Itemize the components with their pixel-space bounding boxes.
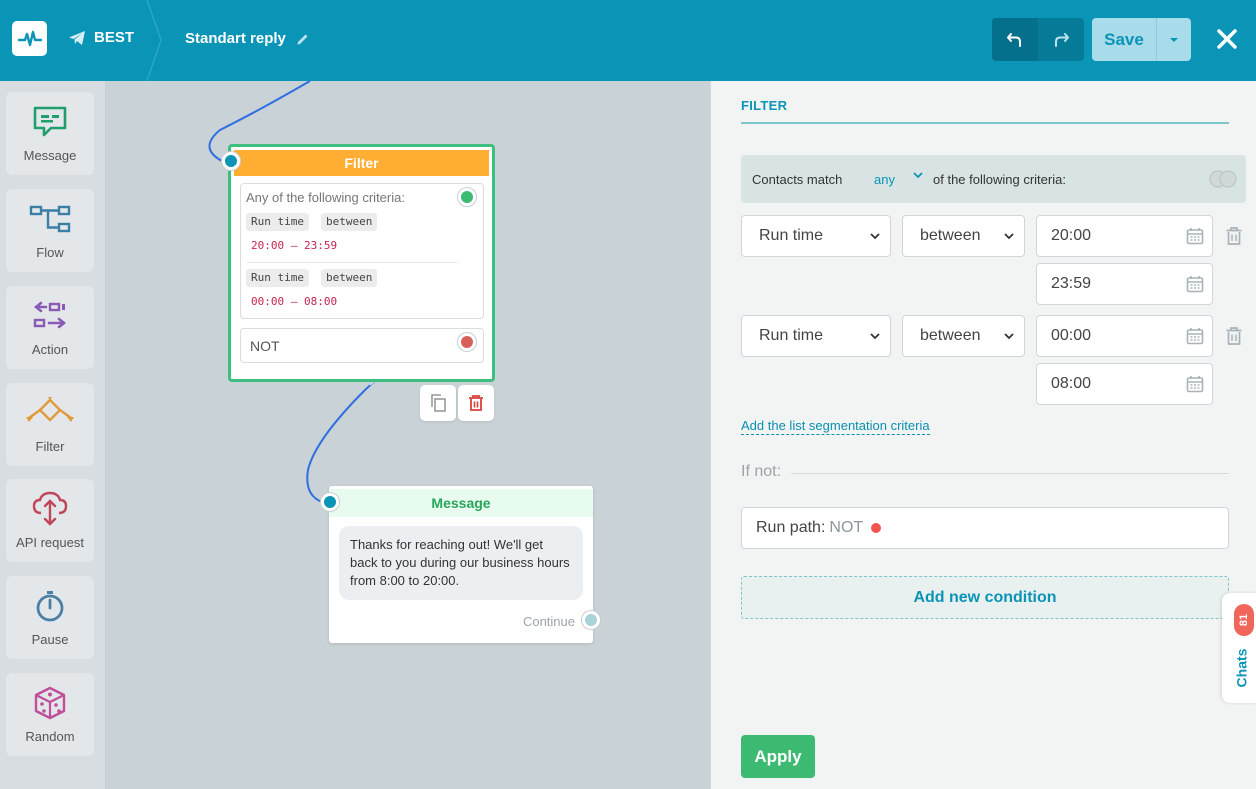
add-segmentation-link[interactable]: Add the list segmentation criteria — [741, 418, 930, 435]
time-to-input[interactable]: 23:59 — [1036, 263, 1213, 305]
criteria-title: Any of the following criteria: — [246, 190, 405, 205]
match-prefix: Contacts match — [752, 172, 843, 187]
run-path-field[interactable]: Run path: NOT — [741, 507, 1229, 549]
save-group: Save — [1092, 18, 1191, 61]
criteria-group[interactable]: Any of the following criteria: Run time … — [240, 183, 484, 319]
criteria-value: 00:00 — 08:00 — [251, 295, 338, 308]
calendar-icon[interactable] — [1186, 375, 1204, 393]
delete-condition-icon[interactable] — [1225, 226, 1243, 246]
message-bubble: Thanks for reaching out! We'll get back … — [339, 526, 583, 600]
time-to-value: 23:59 — [1051, 275, 1092, 292]
close-button[interactable] — [1212, 24, 1242, 54]
condition-field-select[interactable]: Run time — [741, 215, 891, 257]
chats-tab[interactable]: 81 Chats — [1222, 593, 1256, 703]
save-button[interactable]: Save — [1092, 18, 1156, 61]
redo-button[interactable] — [1038, 18, 1084, 61]
time-from-input[interactable]: 00:00 — [1036, 315, 1213, 357]
message-input-port[interactable] — [321, 493, 339, 511]
chevron-down-icon — [1004, 233, 1014, 240]
chevron-down-icon — [870, 233, 880, 240]
run-path-value: NOT — [829, 519, 864, 536]
time-to-input[interactable]: 08:00 — [1036, 363, 1213, 405]
filter-input-port[interactable] — [222, 152, 240, 170]
match-suffix: of the following criteria: — [933, 172, 1066, 187]
criteria-divider — [247, 262, 457, 263]
chats-tab-label: Chats — [1233, 648, 1249, 688]
criteria-value: 20:00 — 23:59 — [251, 239, 338, 252]
chevron-down-icon[interactable] — [913, 170, 923, 180]
filter-node[interactable]: Filter Any of the following criteria: Ru… — [228, 144, 495, 382]
time-from-value: 20:00 — [1051, 227, 1092, 244]
apply-button[interactable]: Apply — [741, 735, 815, 778]
condition-field-value: Run time — [759, 327, 824, 344]
condition-operator-select[interactable]: between — [902, 215, 1025, 257]
not-branch-label: NOT — [250, 338, 280, 354]
continue-output-port[interactable] — [582, 611, 600, 629]
undo-button[interactable] — [992, 18, 1038, 61]
duplicate-node-button[interactable] — [420, 385, 456, 421]
criteria-field-chip: Run time — [246, 269, 309, 287]
if-not-label: If not: — [741, 463, 782, 480]
delete-condition-icon[interactable] — [1225, 326, 1243, 346]
message-node-title: Message — [329, 489, 593, 517]
trash-icon — [469, 395, 483, 411]
if-not-divider — [791, 473, 1229, 474]
calendar-icon[interactable] — [1186, 327, 1204, 345]
condition-operator-select[interactable]: between — [902, 315, 1025, 357]
condition-field-select[interactable]: Run time — [741, 315, 891, 357]
not-status-dot — [871, 523, 882, 533]
time-to-value: 08:00 — [1051, 375, 1092, 392]
save-options-button[interactable] — [1156, 18, 1191, 61]
chevron-down-icon — [1170, 37, 1178, 42]
time-from-value: 00:00 — [1051, 327, 1092, 344]
connection-lines — [208, 80, 488, 503]
match-mode-select[interactable]: any — [874, 172, 895, 187]
match-mode-bar: Contacts match any of the following crit… — [741, 155, 1246, 203]
close-icon — [1217, 29, 1237, 49]
panel-title: FILTER — [741, 98, 788, 113]
add-condition-button[interactable]: Add new condition — [741, 576, 1229, 619]
panel-title-underline — [741, 122, 1229, 124]
condition-operator-value: between — [920, 327, 981, 344]
not-output-port[interactable] — [458, 333, 476, 351]
undo-icon — [1007, 32, 1021, 47]
delete-node-button[interactable] — [458, 385, 494, 421]
venn-toggle-icon[interactable] — [1208, 170, 1238, 188]
filter-node-title: Filter — [234, 150, 489, 176]
redo-icon — [1055, 32, 1069, 47]
chevron-down-icon — [1004, 333, 1014, 340]
criteria-operator-chip: between — [321, 213, 378, 231]
chevron-down-icon — [870, 333, 880, 340]
time-from-input[interactable]: 20:00 — [1036, 215, 1213, 257]
copy-icon — [431, 394, 446, 412]
criteria-operator-chip: between — [321, 269, 378, 287]
criteria-field-chip: Run time — [246, 213, 309, 231]
filter-settings-panel: FILTER Contacts match any of the followi… — [710, 81, 1256, 789]
criteria-output-port[interactable] — [458, 188, 476, 206]
condition-field-value: Run time — [759, 227, 824, 244]
continue-label: Continue — [522, 614, 575, 629]
history-controls — [992, 18, 1084, 61]
unread-chats-count: 81 — [1238, 613, 1250, 627]
unread-chats-badge: 81 — [1234, 604, 1254, 636]
not-branch[interactable]: NOT — [240, 328, 484, 363]
calendar-icon[interactable] — [1186, 227, 1204, 245]
message-node[interactable]: Message Thanks for reaching out! We'll g… — [329, 486, 593, 643]
condition-operator-value: between — [920, 227, 981, 244]
run-path-label: Run path: — [756, 519, 826, 536]
calendar-icon[interactable] — [1186, 275, 1204, 293]
